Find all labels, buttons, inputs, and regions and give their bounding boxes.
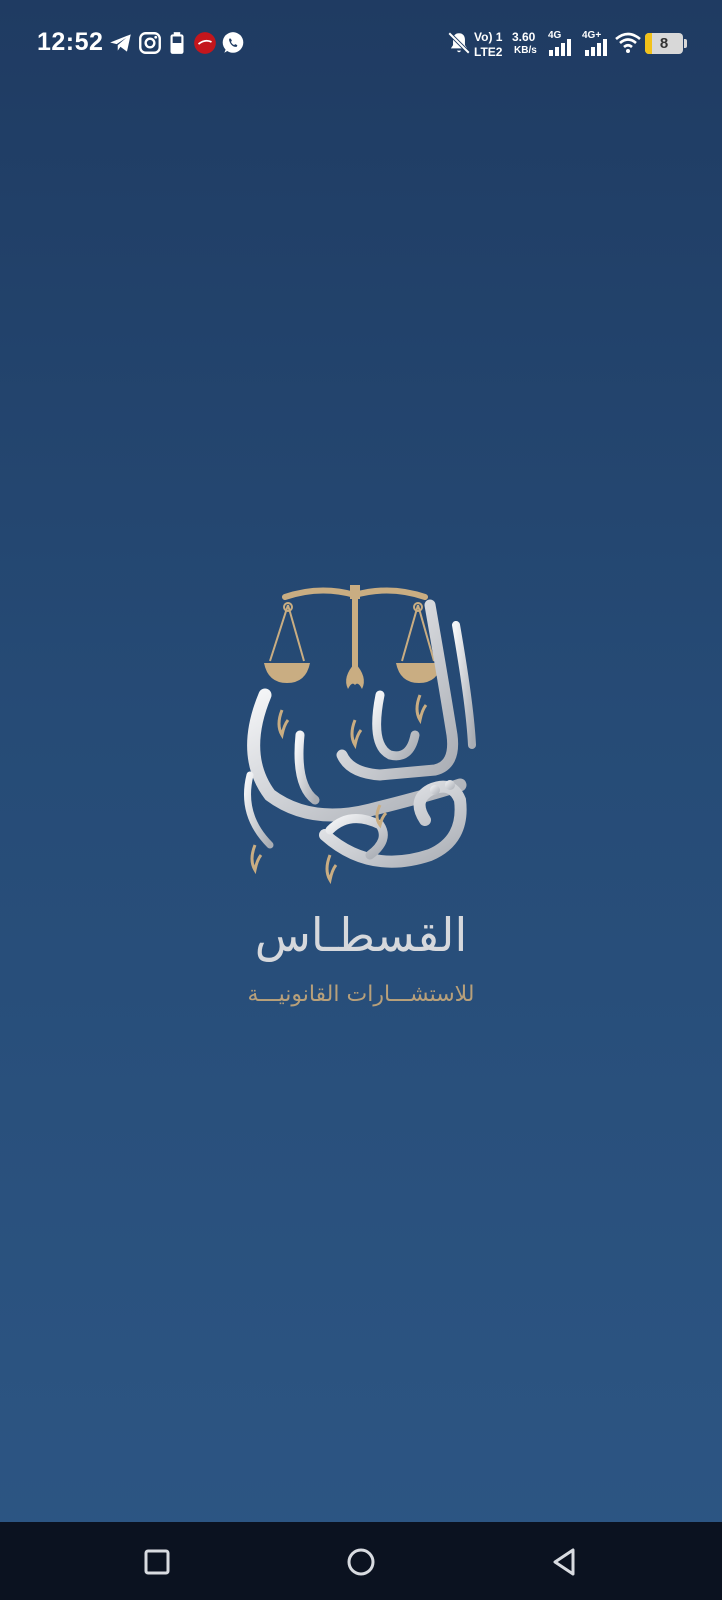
instagram-icon (137, 30, 163, 56)
battery-icon: 8 (645, 33, 687, 54)
status-bar: 12:52 Vo) 1 LTE2 3.60 KB/s 4G 4G+ 8 (0, 0, 722, 88)
net-speed-value: 3.60 (512, 30, 536, 44)
bell-muted-icon (446, 30, 472, 56)
navigation-bar (0, 1522, 722, 1600)
back-icon[interactable] (543, 1540, 587, 1584)
recent-apps-icon[interactable] (135, 1540, 179, 1584)
app-notification-icon (192, 30, 218, 56)
telegram-icon (108, 30, 134, 56)
wifi-icon (614, 31, 642, 55)
volte-label: Vo) 1 (474, 30, 503, 44)
home-icon[interactable] (339, 1540, 383, 1584)
net-speed-unit: KB/s (514, 45, 537, 56)
brand-name: القسطـاس (254, 908, 468, 962)
whatsapp-icon (220, 30, 246, 56)
scales-of-justice-logo-icon (230, 585, 490, 905)
lte2-label: LTE2 (474, 45, 503, 59)
battery-level: 8 (659, 35, 669, 52)
battery-saver-icon (164, 30, 190, 56)
status-time: 12:52 (37, 28, 104, 56)
signal-bars-icon (548, 38, 572, 56)
brand-tagline: للاستشـــارات القانونيـــة (247, 982, 475, 1007)
signal-bars-icon (584, 38, 608, 56)
